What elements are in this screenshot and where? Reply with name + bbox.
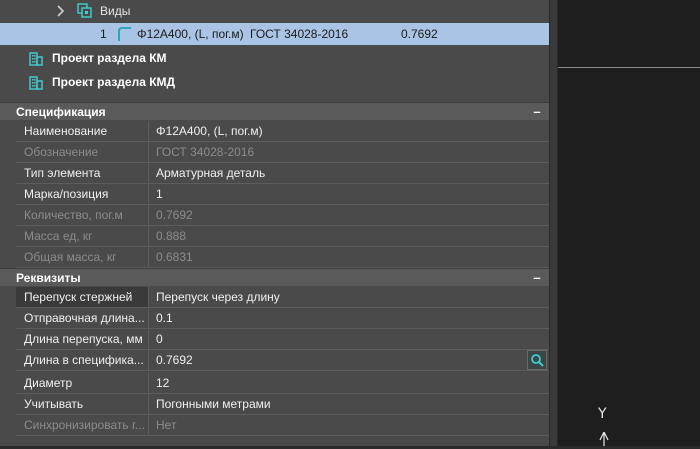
project-tree-and-properties-panel: Виды 1 Φ12А400, (L, пог.м) ГОСТ 34028-20… — [0, 0, 549, 446]
tree-item-vidy[interactable]: Виды — [0, 0, 549, 22]
views-icon — [77, 3, 93, 19]
axis-arrow-icon — [598, 431, 610, 446]
collapse-icon[interactable]: – — [531, 270, 543, 285]
building-icon — [28, 74, 44, 90]
tree-item-rebar-selected[interactable]: 1 Φ12А400, (L, пог.м) ГОСТ 34028-2016 0.… — [0, 23, 549, 45]
prop-row-shipping-length[interactable]: Отправочная длина... 0.1 — [16, 308, 549, 329]
prop-key: Обозначение — [16, 142, 149, 162]
prop-value[interactable]: Перепуск через длину — [150, 287, 549, 307]
prop-row-sync: Синхронизировать г... Нет — [16, 415, 549, 436]
prop-key: Общая масса, кг — [16, 247, 149, 267]
prop-key: Количество, пог.м — [16, 205, 149, 225]
tree-item-name: Φ12А400, (L, пог.м) — [137, 27, 244, 41]
section-specification[interactable]: Спецификация – — [0, 102, 549, 120]
prop-value[interactable]: Арматурная деталь — [150, 163, 549, 183]
prop-row-element-type[interactable]: Тип элемента Арматурная деталь — [16, 163, 549, 184]
prop-row-spec-length[interactable]: Длина в специфика... 0.7692 — [16, 350, 549, 371]
section-requisites[interactable]: Реквизиты – — [0, 268, 549, 286]
prop-row-designation: Обозначение ГОСТ 34028-2016 — [16, 142, 549, 163]
prop-value[interactable]: 0.1 — [150, 308, 549, 328]
prop-value: 0.6831 — [156, 250, 193, 264]
prop-key: Учитывать — [16, 394, 149, 414]
prop-value: ГОСТ 34028-2016 — [156, 145, 255, 159]
rebar-icon — [116, 26, 132, 42]
prop-value: 0.7692 — [156, 208, 193, 222]
prop-row-quantity: Количество, пог.м 0.7692 — [16, 205, 549, 226]
section-requisites-title: Реквизиты — [16, 270, 81, 285]
axis-y-label: Y — [598, 406, 607, 422]
prop-key: Длина в специфика... — [16, 350, 149, 370]
prop-key: Наименование — [16, 121, 149, 141]
prop-value[interactable]: 1 — [150, 184, 549, 204]
section-specification-title: Спецификация — [16, 104, 106, 119]
prop-key: Тип элемента — [16, 163, 149, 183]
prop-key: Длина перепуска, мм — [16, 329, 149, 349]
chevron-right-icon[interactable] — [56, 4, 66, 18]
building-icon — [28, 50, 44, 66]
prop-value[interactable]: Φ12А400, (L, пог.м) — [150, 121, 549, 141]
prop-row-lap-length[interactable]: Длина перепуска, мм 0 — [16, 329, 549, 350]
prop-row-diameter[interactable]: Диаметр 12 — [16, 373, 549, 394]
prop-key: Синхронизировать г... — [16, 415, 149, 435]
model-viewport[interactable]: Y — [558, 0, 700, 446]
search-icon[interactable] — [527, 350, 547, 370]
panel-splitter[interactable] — [549, 0, 558, 446]
prop-key: Марка/позиция — [16, 184, 149, 204]
prop-row-bar-lap[interactable]: Перепуск стержней Перепуск через длину — [16, 287, 549, 308]
prop-row-name[interactable]: Наименование Φ12А400, (L, пог.м) — [16, 121, 549, 142]
tree-item-project-kmd[interactable]: Проект раздела КМД — [0, 71, 549, 93]
collapse-icon[interactable]: – — [531, 104, 543, 119]
tree-item-standard: ГОСТ 34028-2016 — [250, 27, 349, 41]
tree-item-index: 1 — [100, 27, 107, 41]
prop-row-total-mass: Общая масса, кг 0.6831 — [16, 247, 549, 268]
prop-key: Перепуск стержней — [16, 287, 149, 307]
prop-key: Отправочная длина... — [16, 308, 149, 328]
tree-item-value: 0.7692 — [401, 27, 438, 41]
prop-value[interactable]: 0.7692 — [150, 350, 549, 370]
tree-item-project-kmd-label: Проект раздела КМД — [52, 75, 176, 89]
viewport-guide-line — [558, 67, 700, 68]
prop-row-mark[interactable]: Марка/позиция 1 — [16, 184, 549, 205]
prop-row-account-by[interactable]: Учитывать Погонными метрами — [16, 394, 549, 415]
prop-key: Диаметр — [16, 373, 149, 393]
tree-item-project-km[interactable]: Проект раздела КМ — [0, 47, 549, 69]
prop-value[interactable]: Погонными метрами — [150, 394, 549, 414]
prop-value[interactable]: 12 — [150, 373, 549, 393]
tree-item-project-km-label: Проект раздела КМ — [52, 51, 167, 65]
prop-value[interactable]: 0 — [150, 329, 549, 349]
prop-row-unit-mass: Масса ед, кг 0.888 — [16, 226, 549, 247]
prop-value: 0.888 — [156, 229, 187, 243]
tree-item-vidy-label: Виды — [100, 4, 131, 18]
prop-value: Нет — [156, 418, 177, 432]
prop-key: Масса ед, кг — [16, 226, 149, 246]
